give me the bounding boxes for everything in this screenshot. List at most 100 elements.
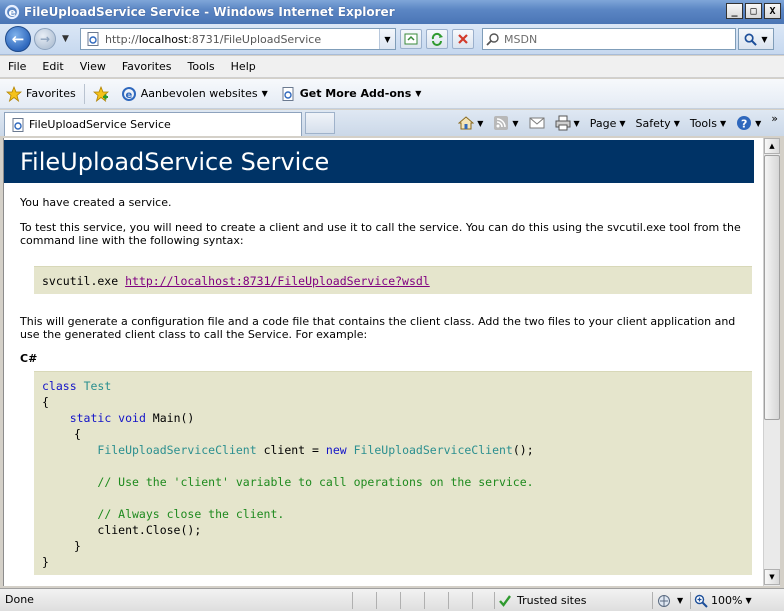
safety-menu-label: Safety <box>635 116 671 130</box>
forward-button[interactable]: → <box>34 28 56 50</box>
zoom-level: 100% <box>711 594 743 607</box>
checkmark-icon <box>499 594 511 607</box>
code-type: FileUploadServiceClient <box>97 443 257 457</box>
status-panel <box>690 592 691 609</box>
menu-edit[interactable]: Edit <box>34 60 71 73</box>
rss-feed-icon <box>494 116 509 130</box>
protected-mode-button[interactable]: ▼ <box>656 592 683 609</box>
tools-menu-button[interactable]: Tools ▼ <box>686 117 730 130</box>
status-text: Done <box>5 593 34 606</box>
code-keyword: static void <box>69 411 146 425</box>
back-button[interactable]: ← <box>5 26 31 52</box>
svcutil-command: svcutil.exe <box>42 274 126 288</box>
page-content: FileUploadService Service You have creat… <box>3 138 763 586</box>
address-url: http://localhost:8731/FileUploadService <box>105 32 322 46</box>
code-text: client = <box>256 443 326 457</box>
menu-favorites[interactable]: Favorites <box>114 60 180 73</box>
favorites-button[interactable]: Favorites <box>0 85 82 102</box>
search-options-chevron-down-icon[interactable]: ▼ <box>761 35 767 44</box>
tab-row: FileUploadService Service ▼ ▼ ▼ Page ▼ S… <box>0 110 784 136</box>
vertical-scrollbar[interactable]: ▲ ▼ <box>763 138 780 586</box>
chevron-down-icon: ▼ <box>673 118 680 128</box>
refresh-icon <box>431 32 443 46</box>
search-button[interactable]: ▼ <box>738 28 774 50</box>
chevron-down-icon: ▼ <box>719 118 727 128</box>
minimize-button[interactable]: _ <box>726 3 743 19</box>
chevron-down-icon: ▼ <box>573 118 580 128</box>
favorites-label: Favorites <box>26 87 76 100</box>
search-provider-icon <box>486 33 499 46</box>
star-icon <box>6 85 22 102</box>
menu-help[interactable]: Help <box>223 60 264 73</box>
maximize-button[interactable]: □ <box>745 3 762 19</box>
code-line: } <box>74 539 81 553</box>
chevron-down-icon: ▼ <box>755 118 762 128</box>
intro-text: You have created a service. <box>20 196 172 209</box>
chevron-down-icon: ▼ <box>512 118 519 128</box>
new-tab-button[interactable] <box>305 112 335 134</box>
menu-view[interactable]: View <box>72 60 114 73</box>
page-menu-button[interactable]: Page ▼ <box>586 117 630 130</box>
home-button[interactable]: ▼ <box>454 115 487 131</box>
ie-logo-icon: e <box>4 4 20 20</box>
code-keyword: class <box>42 379 77 393</box>
add-to-favorites-bar-button[interactable] <box>87 85 115 102</box>
protected-mode-icon <box>658 594 670 607</box>
mail-icon <box>529 117 545 129</box>
code-type: FileUploadServiceClient <box>353 443 513 457</box>
scroll-down-button[interactable]: ▼ <box>764 569 780 585</box>
svcutil-command-box: svcutil.exe http://localhost:8731/FileUp… <box>34 266 752 294</box>
svg-text:e: e <box>9 6 16 19</box>
svg-text:?: ? <box>741 118 747 131</box>
title-bar: e FileUploadService Service - Windows In… <box>0 0 784 24</box>
status-bar: Done Trusted sites ▼ 100% ▼ <box>0 588 784 611</box>
code-text: client.Close(); <box>97 523 202 537</box>
refresh-button[interactable] <box>426 29 448 49</box>
search-icon <box>744 33 758 46</box>
command-bar: ▼ ▼ ▼ Page ▼ Safety ▼ Tools ▼ ? ▼ » <box>454 112 778 134</box>
chevron-down-icon: ▼ <box>477 118 484 128</box>
feeds-button[interactable]: ▼ <box>489 115 522 131</box>
scroll-up-button[interactable]: ▲ <box>764 138 780 154</box>
page-title: FileUploadService Service <box>4 140 754 183</box>
stop-icon <box>458 34 468 44</box>
arrow-down-icon: ▼ <box>769 573 775 581</box>
code-text: (); <box>512 443 534 457</box>
suggested-sites-label: Aanbevolen websites <box>140 87 258 100</box>
get-more-addons-button[interactable]: Get More Add-ons ▼ <box>274 86 428 102</box>
status-panel <box>400 592 401 609</box>
stop-button[interactable] <box>452 29 474 49</box>
status-panel <box>424 592 425 609</box>
tab-page-icon <box>12 117 24 132</box>
compatibility-view-button[interactable] <box>400 29 422 49</box>
add-favorite-star-icon <box>92 85 109 102</box>
code-line: } <box>42 555 49 569</box>
scroll-thumb[interactable] <box>764 155 780 420</box>
safety-menu-button[interactable]: Safety ▼ <box>632 117 684 130</box>
help-button[interactable]: ? ▼ <box>732 115 765 131</box>
read-mail-button[interactable] <box>525 115 549 131</box>
toolbar-overflow-chevron-icon[interactable]: » <box>771 112 778 125</box>
status-panel <box>494 592 495 609</box>
tab-fileuploadservice[interactable]: FileUploadService Service <box>4 112 302 136</box>
code-type: Test <box>83 379 112 393</box>
arrow-right-icon: → <box>39 32 51 46</box>
security-zone[interactable]: Trusted sites <box>498 592 587 609</box>
close-button[interactable]: X <box>764 3 781 19</box>
csharp-heading: C# <box>20 352 38 365</box>
code-line: { <box>74 427 81 441</box>
chevron-down-icon: ▼ <box>677 596 684 605</box>
menu-tools[interactable]: Tools <box>180 60 223 73</box>
chevron-down-icon: ▼ <box>415 89 422 98</box>
code-keyword: new <box>325 443 347 457</box>
address-dropdown[interactable]: ▼ <box>379 29 395 49</box>
suggested-sites-button[interactable]: e Aanbevolen websites ▼ <box>115 86 274 102</box>
chevron-down-icon: ▼ <box>261 89 268 98</box>
print-button[interactable]: ▼ <box>551 115 584 131</box>
zoom-control[interactable]: 100% ▼ <box>694 592 752 609</box>
wsdl-link[interactable]: http://localhost:8731/FileUploadService?… <box>125 274 430 288</box>
address-field[interactable]: http://localhost:8731/FileUploadService … <box>80 28 396 50</box>
menu-file[interactable]: File <box>0 60 34 73</box>
search-input[interactable]: MSDN <box>482 28 736 50</box>
recent-pages-dropdown[interactable]: ▼ <box>62 34 69 44</box>
